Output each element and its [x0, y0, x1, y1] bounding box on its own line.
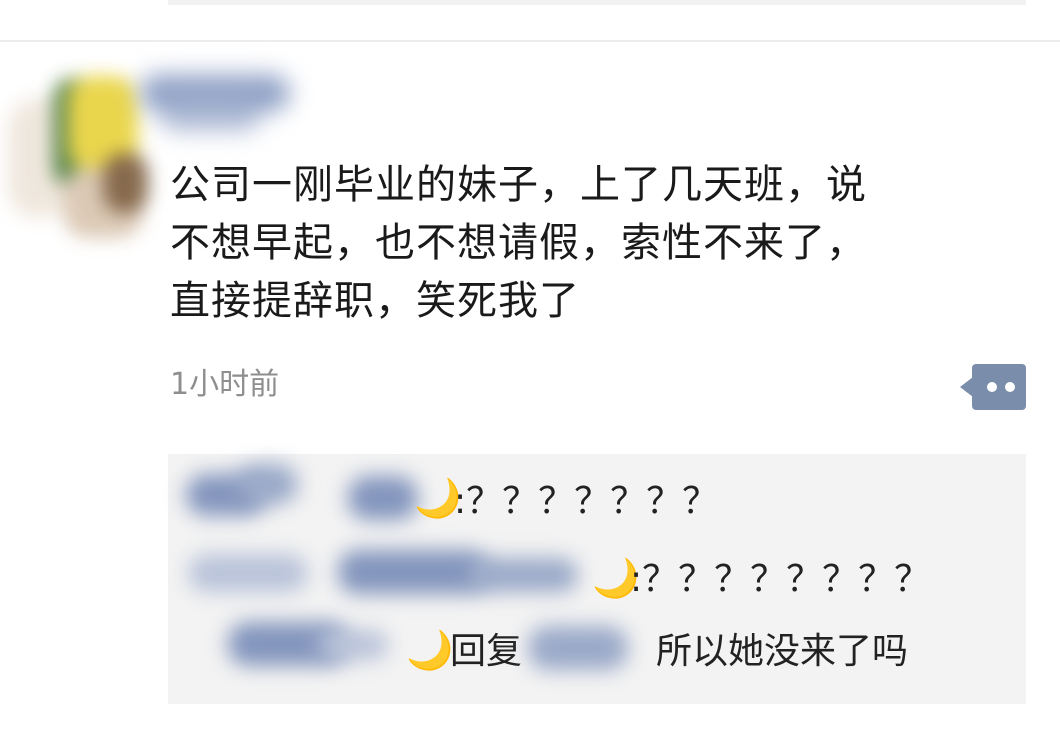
- comments-panel: 🌙 :？？？？？？？ 🌙 :？？？？？？？？ 🌙 回复 所以她没来了吗: [168, 454, 1026, 704]
- comment-text: :？？？？？？？: [454, 481, 719, 522]
- comment-text: 所以她没来了吗: [656, 631, 909, 672]
- avatar[interactable]: [8, 58, 148, 243]
- post-line-2: 不想早起，也不想请假，索性不来了，: [170, 220, 867, 266]
- post-timestamp: 1小时前: [170, 367, 280, 402]
- reply-word: 回复: [450, 631, 523, 672]
- moon-icon: 🌙: [406, 628, 454, 672]
- feed-divider: [0, 40, 1060, 42]
- post-line-3: 直接提辞职，笑死我了: [170, 278, 580, 324]
- more-dots-icon: [972, 364, 1026, 410]
- previous-comments-panel: [168, 0, 1026, 5]
- post-line-1: 公司一刚毕业的妹子，上了几天班，说: [170, 162, 867, 208]
- more-actions-button[interactable]: [960, 364, 1026, 410]
- reply-target-blurred[interactable]: [528, 626, 628, 670]
- commenter-name-blurred[interactable]: [188, 554, 308, 592]
- post-content: 公司一刚毕业的妹子，上了几天班，说 不想早起，也不想请假，索性不来了， 直接提辞…: [170, 156, 1000, 330]
- author-name-blurred[interactable]: [140, 70, 290, 140]
- comment-text: :？？？？？？？？: [630, 559, 931, 600]
